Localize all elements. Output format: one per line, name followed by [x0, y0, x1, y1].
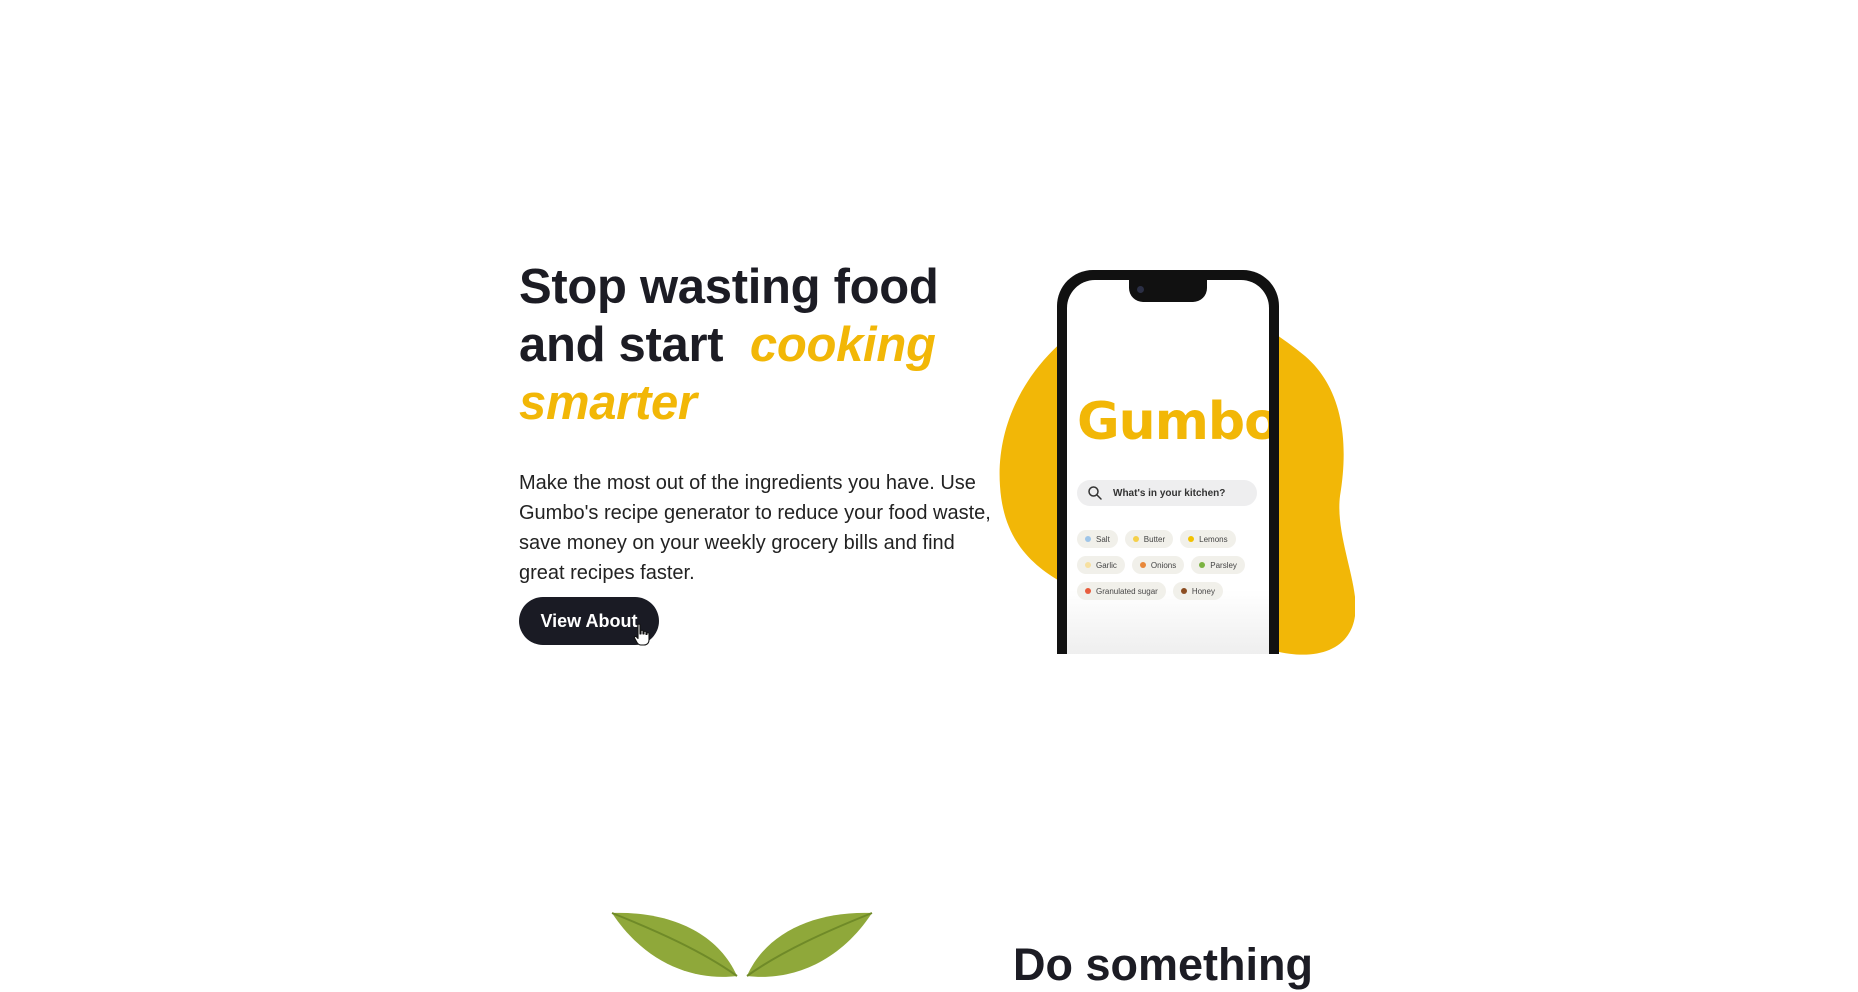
hand-cursor-icon [633, 623, 650, 646]
phone-screen: Gumbo What's in your kitchen? Salt Butte… [1067, 280, 1269, 654]
hero-headline: Stop wasting food and start cooking smar… [519, 258, 999, 432]
hero-text: Stop wasting food and start cooking smar… [519, 258, 999, 588]
phone-mockup: Gumbo What's in your kitchen? Salt Butte… [1057, 270, 1279, 654]
chip-label: Salt [1096, 534, 1110, 544]
section-heading: Do something [1013, 939, 1313, 990]
onion-icon [1139, 562, 1146, 568]
ingredient-chip: Lemons [1180, 530, 1236, 548]
chip-row: Salt Butter Lemons [1077, 530, 1269, 548]
ingredient-chip: Parsley [1191, 556, 1245, 574]
phone-notch [1129, 280, 1207, 302]
salt-icon [1085, 536, 1091, 542]
gumbo-logo: Gumbo [1077, 392, 1269, 452]
phone-illustration: Gumbo What's in your kitchen? Salt Butte… [995, 266, 1355, 656]
screen-fade [1067, 590, 1269, 654]
headline-accent-cooking: cooking [749, 318, 936, 372]
chip-label: Lemons [1199, 534, 1228, 544]
search-placeholder: What's in your kitchen? [1113, 487, 1226, 499]
ingredient-chip: Salt [1077, 530, 1118, 548]
butter-icon [1132, 536, 1139, 542]
camera-icon [1137, 286, 1144, 293]
search-icon [1088, 486, 1102, 500]
chip-label: Butter [1143, 534, 1166, 544]
chip-row: Garlic Onions Parsley [1077, 556, 1269, 574]
headline-line-1: Stop wasting food [519, 260, 939, 314]
headline-plain-text: and start [519, 318, 724, 372]
leaf-icon [611, 912, 873, 977]
phone-search-bar: What's in your kitchen? [1077, 480, 1257, 506]
headline-accent-smarter: smarter [519, 376, 697, 430]
ingredient-chip: Garlic [1077, 556, 1125, 574]
hero-section: Stop wasting food and start cooking smar… [0, 0, 1858, 990]
headline-line-2: and start cooking [519, 316, 999, 374]
chip-label: Parsley [1210, 560, 1237, 570]
chip-label: Onions [1150, 560, 1177, 570]
ingredient-chip: Butter [1124, 530, 1174, 548]
parsley-icon [1199, 562, 1206, 568]
ingredient-chip: Onions [1131, 556, 1185, 574]
garlic-icon [1085, 562, 1091, 568]
chip-label: Garlic [1096, 560, 1117, 570]
hero-description: Make the most out of the ingredients you… [519, 472, 991, 584]
lemon-icon [1188, 536, 1195, 542]
